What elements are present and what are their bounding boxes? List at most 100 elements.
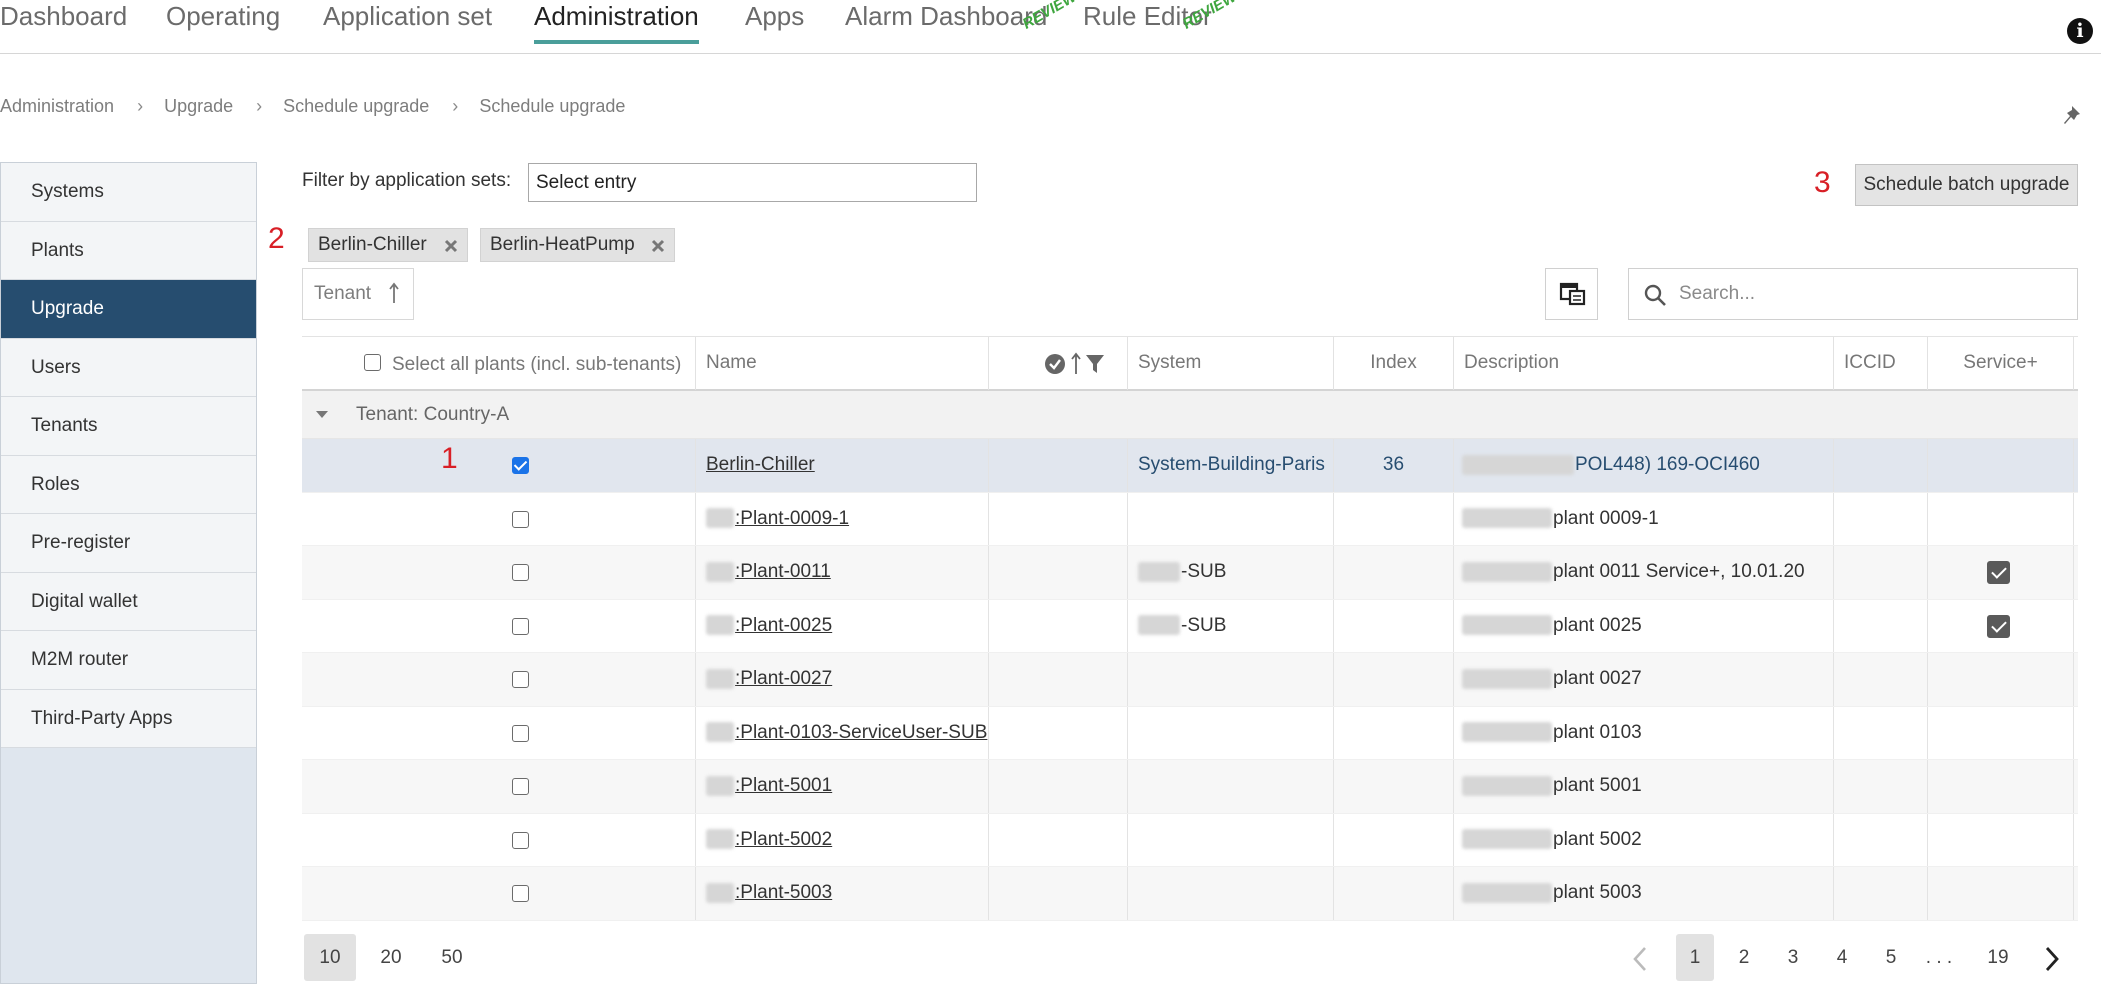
schedule-batch-upgrade-button[interactable]: Schedule batch upgrade xyxy=(1855,164,2078,206)
column-header-index[interactable]: Index xyxy=(1334,337,1454,390)
redacted-text xyxy=(1462,561,1552,582)
column-header-description[interactable]: Description xyxy=(1454,337,1834,390)
description-cell: plant 0103 xyxy=(1454,706,1834,759)
search-icon xyxy=(1644,284,1666,306)
table-row[interactable]: :Plant-5003 plant 5003 xyxy=(302,867,2078,921)
sidebar-item-digital-wallet[interactable]: Digital wallet xyxy=(1,572,256,631)
plant-name-link[interactable]: :Plant-0103-ServiceUser-SUB xyxy=(735,722,987,743)
layout-toggle-button[interactable] xyxy=(1545,268,1598,320)
table-row[interactable]: :Plant-0025 -SUB plant 0025 xyxy=(302,599,2078,653)
nav-tab-apps[interactable]: Apps xyxy=(745,0,804,32)
search-field[interactable] xyxy=(1628,268,2078,320)
row-select-cell xyxy=(302,706,696,759)
page-size-option[interactable]: 20 xyxy=(365,934,417,981)
row-checkbox[interactable] xyxy=(512,885,529,902)
column-header-label: Description xyxy=(1464,352,1560,373)
nav-tab-application-set[interactable]: Application set xyxy=(323,0,492,32)
chevron-left-icon[interactable] xyxy=(1632,946,1648,972)
column-header-service-plus[interactable]: Service+ xyxy=(1928,337,2074,390)
nav-tab-operating[interactable]: Operating xyxy=(166,0,280,32)
sidebar-item-roles[interactable]: Roles xyxy=(1,455,256,514)
iccid-cell xyxy=(1834,439,1928,492)
nav-tab-dashboard[interactable]: Dashboard xyxy=(0,0,127,32)
page-button[interactable]: 1 xyxy=(1676,934,1714,981)
row-checkbox[interactable] xyxy=(512,671,529,688)
sidebar-item-m2m-router[interactable]: M2M router xyxy=(1,631,256,690)
search-input[interactable] xyxy=(1679,279,2059,309)
index-cell xyxy=(1334,492,1454,545)
status-cell xyxy=(989,813,1128,866)
page-button[interactable]: 2 xyxy=(1725,934,1763,981)
caret-down-icon[interactable] xyxy=(316,411,328,419)
page-size-option[interactable]: 10 xyxy=(304,934,356,981)
nav-tab-administration[interactable]: Administration xyxy=(534,0,699,44)
application-set-select[interactable]: Select entry xyxy=(528,163,977,202)
column-header-iccid[interactable]: ICCID xyxy=(1834,337,1928,390)
select-all-checkbox[interactable] xyxy=(364,354,381,371)
page-button[interactable]: 5 xyxy=(1872,934,1910,981)
redacted-text xyxy=(1462,508,1552,529)
sidebar-item-systems[interactable]: Systems xyxy=(1,163,256,222)
breadcrumb-item[interactable]: Schedule upgrade xyxy=(283,96,429,117)
chevron-right-icon[interactable] xyxy=(2044,946,2060,972)
page-size-option[interactable]: 50 xyxy=(426,934,478,981)
row-checkbox[interactable] xyxy=(512,831,529,849)
page-button[interactable]: 19 xyxy=(1979,934,2017,981)
table-row[interactable]: :Plant-0011 -SUB plant 0011 Service+, 10.0… xyxy=(302,546,2078,600)
service-plus-cell xyxy=(1928,813,2074,866)
table-row[interactable]: :Plant-0103-ServiceUser-SUB plant 0103 xyxy=(302,706,2078,760)
sidebar-item-tenants[interactable]: Tenants xyxy=(1,397,256,456)
sidebar-item-plants[interactable]: Plants xyxy=(1,221,256,280)
plant-name-link[interactable]: :Plant-0009-1 xyxy=(735,508,849,529)
sidebar-item-users[interactable]: Users xyxy=(1,338,256,397)
row-checkbox[interactable] xyxy=(512,778,529,795)
plant-name-link[interactable]: :Plant-0025 xyxy=(735,615,832,636)
row-checkbox[interactable] xyxy=(512,617,529,635)
chevron-right-icon: › xyxy=(452,96,459,116)
table-row[interactable]: :Plant-5002 plant 5002 xyxy=(302,813,2078,867)
plant-name-link[interactable]: :Plant-0027 xyxy=(735,668,832,689)
sidebar-item-pre-register[interactable]: Pre-register xyxy=(1,514,256,573)
table-row[interactable]: :Plant-0009-1 plant 0009-1 xyxy=(302,492,2078,546)
page-button[interactable]: 4 xyxy=(1823,934,1861,981)
table-row[interactable]: :Plant-5001 plant 5001 xyxy=(302,760,2078,814)
plant-name-link[interactable]: :Plant-5003 xyxy=(735,882,832,903)
plant-name-link[interactable]: :Plant-5001 xyxy=(735,775,832,796)
plant-name-link[interactable]: :Plant-5002 xyxy=(735,829,832,850)
tenant-group-row[interactable]: Tenant: Country-A xyxy=(302,391,2078,439)
column-header-system[interactable]: System xyxy=(1128,337,1334,390)
iccid-cell xyxy=(1834,653,1928,706)
description-text: plant 0103 xyxy=(1553,721,1642,743)
nav-tab-alarm-dashboard[interactable]: Alarm Dashboard xyxy=(845,0,1047,32)
row-checkbox[interactable] xyxy=(512,510,529,528)
service-plus-cell xyxy=(1928,867,2074,920)
row-checkbox[interactable] xyxy=(512,724,529,742)
redacted-text xyxy=(1462,829,1552,850)
close-icon[interactable] xyxy=(444,239,458,253)
sort-ascending-icon xyxy=(389,282,399,303)
service-plus-cell xyxy=(1928,760,2074,813)
info-icon[interactable]: i xyxy=(2067,18,2093,44)
sidebar-item-third-party-apps[interactable]: Third-Party Apps xyxy=(1,689,256,748)
close-icon[interactable] xyxy=(651,239,665,253)
plant-name-link[interactable]: :Plant-0011 xyxy=(735,561,831,582)
page-button[interactable]: 3 xyxy=(1774,934,1812,981)
service-plus-checkbox xyxy=(1987,561,2010,584)
description-cell: plant 0025 xyxy=(1454,599,1834,652)
pin-icon[interactable] xyxy=(2063,104,2087,130)
column-header-status[interactable] xyxy=(989,337,1128,390)
column-header-label: Service+ xyxy=(1963,352,2038,373)
breadcrumb-item[interactable]: Administration xyxy=(0,96,114,117)
table-row[interactable]: :Plant-0027 plant 0027 xyxy=(302,653,2078,707)
table-row[interactable]: Berlin-Chiller System-Building-Paris 36 POL… xyxy=(302,439,2078,493)
plant-name-link[interactable]: Berlin-Chiller xyxy=(706,454,815,475)
plant-name-cell: :Plant-5002 xyxy=(696,813,989,866)
breadcrumb-item[interactable]: Upgrade xyxy=(164,96,233,117)
column-header-name[interactable]: Name xyxy=(696,337,989,390)
row-checkbox[interactable] xyxy=(512,564,529,581)
tenant-sort-button[interactable]: Tenant xyxy=(302,268,414,320)
index-cell xyxy=(1334,760,1454,813)
row-checkbox[interactable] xyxy=(512,457,529,474)
sidebar-item-upgrade[interactable]: Upgrade xyxy=(1,280,256,339)
status-cell xyxy=(989,439,1128,492)
